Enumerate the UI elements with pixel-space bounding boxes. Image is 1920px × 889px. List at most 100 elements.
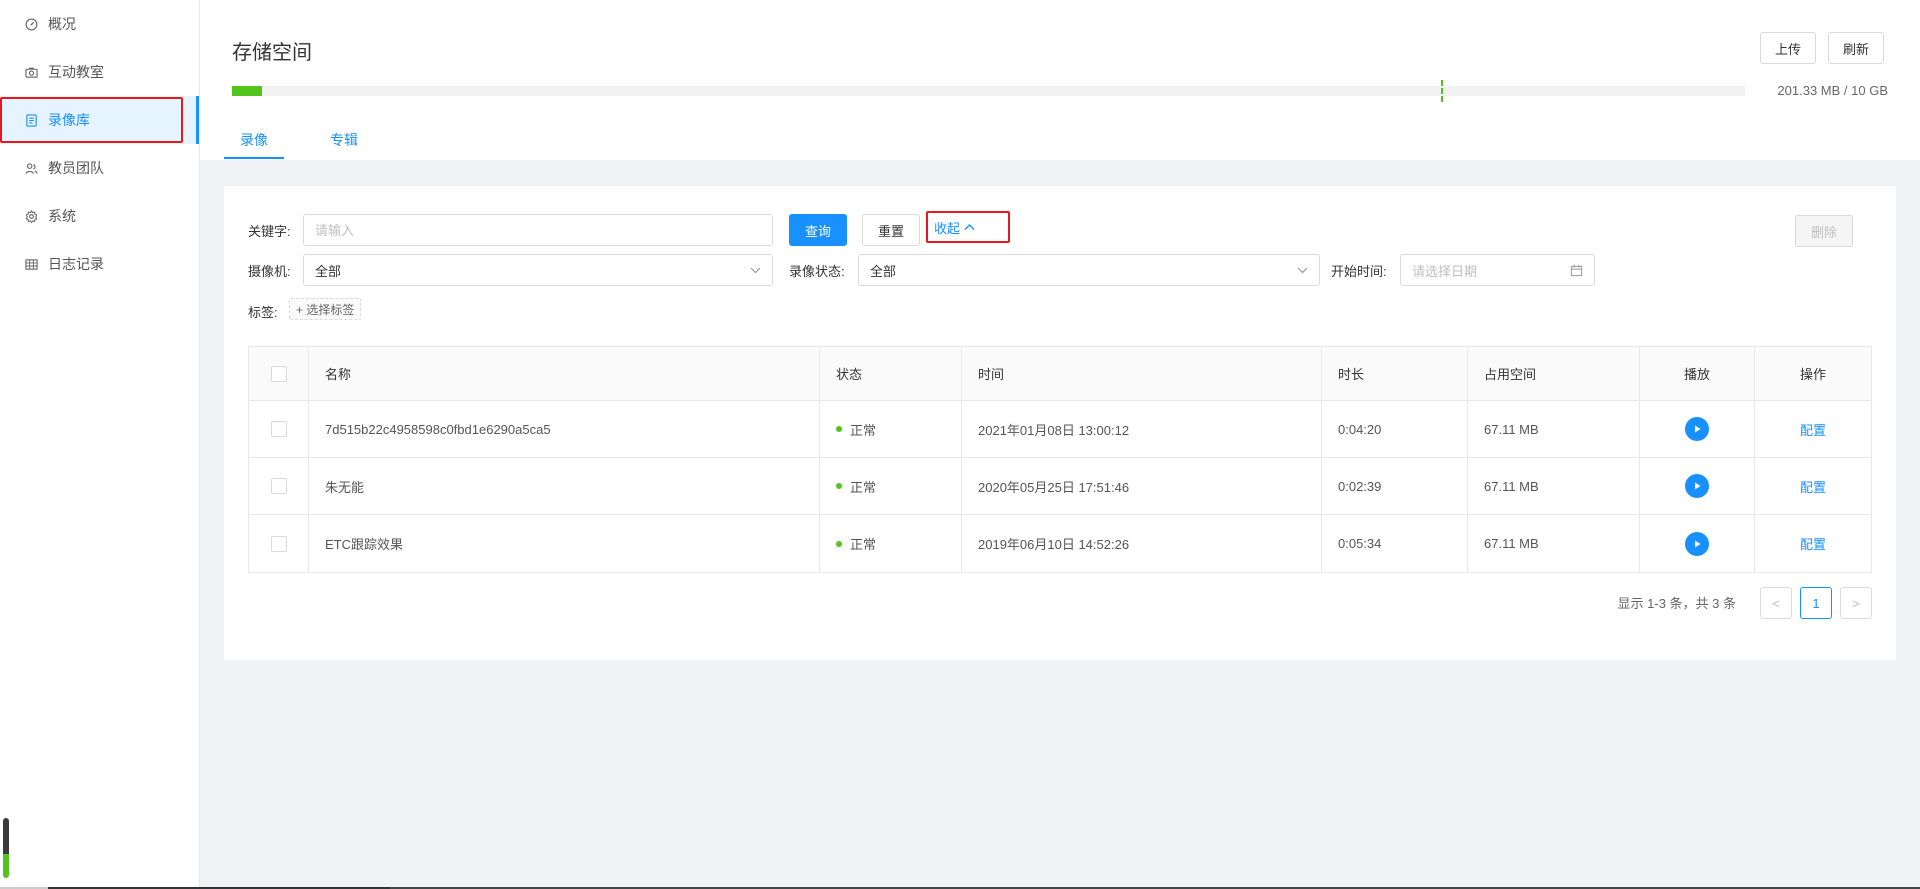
play-cell [1640,401,1755,457]
sidebar: 概况 互动教室 录像库 教员团队 系统 日志记录 [0,0,200,889]
row-select-cell [249,458,309,514]
video-list-card: 关键字: 查询 重置 收起 删除 摄像机: 全部 录像状态: 全部 开始时间: … [224,186,1896,660]
pagination-info: 显示 1-3 条，共 3 条 [1617,596,1736,611]
table-row: 朱无能 正常 2020年05月25日 17:51:46 0:02:39 67.1… [249,458,1871,515]
play-icon[interactable] [1685,474,1709,498]
play-icon[interactable] [1685,531,1709,556]
configure-link[interactable]: 配置 [1800,420,1826,439]
chevron-up-icon [964,223,975,231]
recording-status-value: 全部 [870,263,897,279]
status-dot [836,483,842,489]
sidebar-item-label: 日志记录 [48,256,104,272]
duration: 0:04:20 [1322,401,1468,457]
column-header-status: 状态 [820,347,962,400]
refresh-button[interactable]: 刷新 [1828,32,1885,64]
status-text: 正常 [850,422,877,438]
storage-size: 67.11 MB [1468,458,1640,514]
video-name: ETC跟踪效果 [309,515,820,572]
recording-status-select[interactable]: 全部 [858,254,1320,286]
camera-select-value: 全部 [315,263,342,279]
status-dot [836,540,842,547]
configure-link[interactable]: 配置 [1800,534,1826,553]
sidebar-item-label: 系统 [48,208,76,224]
storage-usage-text: 201.33 MB / 10 GB [1777,83,1888,98]
action-cell: 配置 [1755,515,1871,572]
tab-albums[interactable]: 专辑 [314,121,374,159]
sidebar-item-label: 教员团队 [48,160,104,176]
next-page-button[interactable]: > [1840,587,1872,619]
column-header-size: 占用空间 [1468,347,1640,400]
keyword-label: 关键字: [248,224,291,239]
tab-videos[interactable]: 录像 [224,121,284,159]
page-title: 存储空间 [232,42,312,64]
calendar-icon [1570,264,1583,277]
recording-status-label: 录像状态: [789,264,845,279]
tags-label: 标签: [248,305,278,320]
action-cell: 配置 [1755,401,1871,457]
start-time-placeholder: 请选择日期 [1412,263,1478,279]
table-icon [24,257,38,271]
play-icon[interactable] [1685,417,1709,441]
duration: 0:05:34 [1322,515,1468,572]
collapse-filters-link[interactable]: 收起 [926,211,1010,243]
camera-select[interactable]: 全部 [303,254,773,286]
scrollbar-thumb[interactable] [3,818,9,878]
sidebar-item-team[interactable]: 教员团队 [0,144,199,192]
upload-button[interactable]: 上传 [1760,32,1817,64]
column-header-name: 名称 [309,347,820,400]
table-header-row: 名称 状态 时间 时长 占用空间 播放 操作 [249,347,1871,401]
row-select-cell [249,515,309,572]
sidebar-item-interactive-classroom[interactable]: 互动教室 [0,48,199,96]
sidebar-item-label: 录像库 [48,112,90,128]
status-text: 正常 [850,479,877,495]
keyword-input[interactable] [315,222,761,238]
duration: 0:02:39 [1322,458,1468,514]
start-time-picker[interactable]: 请选择日期 [1400,254,1595,286]
play-cell [1640,515,1755,572]
keyword-input-wrapper [303,214,773,246]
sidebar-item-video-library[interactable]: 录像库 [0,96,199,144]
row-checkbox[interactable] [270,478,287,494]
column-header-play: 播放 [1640,347,1755,400]
row-checkbox[interactable] [270,535,287,552]
tab-bar: 录像 专辑 [224,121,404,159]
row-select-cell [249,401,309,457]
storage-progress-fill [232,86,262,96]
sidebar-item-logs[interactable]: 日志记录 [0,240,199,288]
camera-icon [24,65,38,79]
status-cell: 正常 [820,515,962,572]
chevron-down-icon [750,267,761,274]
sidebar-item-overview[interactable]: 概况 [0,0,199,48]
reset-button[interactable]: 重置 [862,214,921,246]
video-name: 朱无能 [309,458,820,514]
team-icon [24,161,38,175]
column-header-time: 时间 [962,347,1322,400]
select-tags-button[interactable]: + 选择标签 [289,298,362,320]
video-table: 名称 状态 时间 时长 占用空间 播放 操作 7d515b22c4958598c… [248,346,1872,573]
select-all-checkbox[interactable] [270,365,287,382]
collapse-label: 收起 [934,220,961,236]
page-button-1[interactable]: 1 [1800,587,1832,619]
status-cell: 正常 [820,458,962,514]
query-button[interactable]: 查询 [789,214,848,246]
recording-time: 2019年06月10日 14:52:26 [962,515,1322,572]
row-checkbox[interactable] [270,421,287,437]
sidebar-item-system[interactable]: 系统 [0,192,199,240]
column-header-action: 操作 [1799,367,1826,382]
play-cell [1640,458,1755,514]
prev-page-button[interactable]: < [1760,587,1792,619]
column-header-duration: 时长 [1322,347,1468,400]
progress-marker [1441,80,1443,102]
configure-link[interactable]: 配置 [1800,477,1826,496]
select-all-cell [249,347,309,400]
sidebar-item-label: 互动教室 [48,64,104,80]
action-cell: 配置 [1755,458,1871,514]
dashboard-icon [24,17,38,31]
chevron-down-icon [1297,267,1308,274]
sidebar-item-label: 概况 [48,16,76,32]
delete-button[interactable]: 删除 [1795,215,1854,247]
status-dot [836,426,842,432]
status-text: 正常 [850,537,877,552]
storage-header: 存储空间 上传 刷新 201.33 MB / 10 GB 录像 专辑 [200,0,1920,160]
video-library-icon [24,113,38,127]
